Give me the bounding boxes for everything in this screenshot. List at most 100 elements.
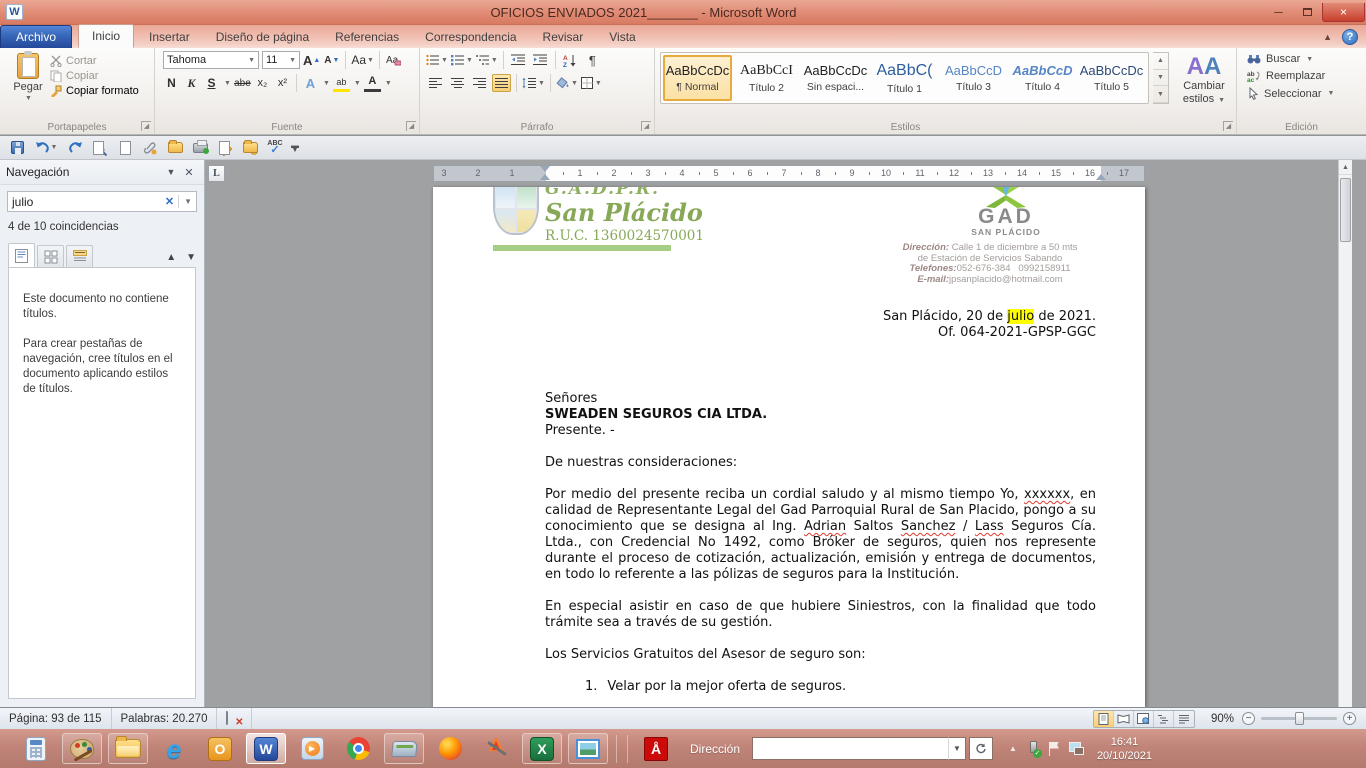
subscript-button[interactable]: x₂ bbox=[254, 74, 271, 92]
style-titulo5[interactable]: AaBbCcDc Título 5 bbox=[1077, 55, 1146, 101]
multilevel-list-button[interactable]: ▼ bbox=[476, 51, 498, 69]
minimize-button[interactable]: ─ bbox=[1264, 3, 1293, 22]
network-icon[interactable] bbox=[1069, 742, 1084, 755]
taskbar-autocad-icon[interactable]: Å bbox=[636, 733, 676, 764]
edit-document-button[interactable] bbox=[216, 139, 234, 157]
vertical-scrollbar[interactable]: ▲ bbox=[1338, 160, 1352, 707]
dialog-launcher-icon[interactable]: ◢ bbox=[141, 121, 151, 131]
nav-tab-pages[interactable] bbox=[37, 245, 64, 267]
outline-view-button[interactable] bbox=[1154, 711, 1174, 727]
gallery-more-icon[interactable]: ▼ bbox=[1153, 86, 1168, 103]
nav-tab-results[interactable] bbox=[66, 245, 93, 267]
attachment-button[interactable] bbox=[141, 139, 159, 157]
style-normal[interactable]: AaBbCcDc ¶ Normal bbox=[663, 55, 732, 101]
borders-button[interactable]: ▼ bbox=[581, 74, 602, 92]
taskbar-calculator-icon[interactable] bbox=[16, 733, 56, 764]
chevron-down-icon[interactable]: ▼ bbox=[354, 80, 361, 87]
tab-archivo[interactable]: Archivo bbox=[0, 25, 72, 48]
tab-inicio[interactable]: Inicio bbox=[78, 24, 134, 48]
tab-correspondencia[interactable]: Correspondencia bbox=[412, 26, 529, 48]
dialog-launcher-icon[interactable]: ◢ bbox=[641, 121, 651, 131]
nav-search-box[interactable]: julio ✕ ▼ bbox=[7, 191, 197, 212]
taskbar-internet-explorer-icon[interactable]: e bbox=[154, 733, 194, 764]
chevron-down-icon[interactable]: ▼ bbox=[385, 80, 392, 87]
gallery-up-icon[interactable]: ▲ bbox=[1153, 53, 1168, 70]
increase-indent-button[interactable] bbox=[531, 51, 550, 69]
tab-stop-selector[interactable]: L bbox=[208, 165, 225, 182]
clear-search-icon[interactable]: ✕ bbox=[161, 195, 179, 208]
action-center-flag-icon[interactable] bbox=[1049, 742, 1060, 756]
paste-button[interactable]: Pegar ▼ bbox=[6, 51, 50, 118]
close-button[interactable]: × bbox=[1322, 3, 1365, 22]
font-color-button[interactable]: A bbox=[364, 74, 381, 92]
next-result-icon[interactable]: ▼ bbox=[186, 252, 196, 263]
zoom-slider[interactable] bbox=[1261, 717, 1337, 720]
grow-font-button[interactable]: A▲ bbox=[303, 51, 320, 69]
taskbar-word-icon[interactable]: W bbox=[246, 733, 286, 764]
taskbar-excel-icon[interactable]: X bbox=[522, 733, 562, 764]
zoom-out-button[interactable]: − bbox=[1242, 712, 1255, 725]
address-refresh-button[interactable] bbox=[969, 737, 993, 760]
taskbar-image-viewer-icon[interactable] bbox=[568, 733, 608, 764]
new-document-button[interactable] bbox=[116, 139, 134, 157]
print-layout-view-button[interactable] bbox=[1094, 711, 1114, 727]
cut-button[interactable]: Cortar bbox=[50, 55, 139, 67]
taskbar-chrome-icon[interactable] bbox=[338, 733, 378, 764]
web-layout-view-button[interactable] bbox=[1134, 711, 1154, 727]
italic-button[interactable]: K bbox=[183, 74, 200, 92]
chevron-down-icon[interactable]: ▼ bbox=[323, 80, 330, 87]
style-titulo2[interactable]: AaBbCcI Título 2 bbox=[732, 55, 801, 101]
numbering-button[interactable]: ▼ bbox=[451, 51, 473, 69]
style-titulo4[interactable]: AaBbCcD Título 4 bbox=[1008, 55, 1077, 101]
show-hidden-icons-icon[interactable]: ▲ bbox=[1009, 744, 1017, 753]
change-styles-button[interactable]: AA Cambiar estilos ▼ bbox=[1175, 52, 1233, 118]
hanging-indent-marker[interactable] bbox=[540, 174, 550, 180]
highlight-color-button[interactable]: ab bbox=[333, 74, 350, 92]
decrease-indent-button[interactable] bbox=[509, 51, 528, 69]
search-options-icon[interactable]: ▼ bbox=[179, 197, 192, 206]
taskbar-media-player-icon[interactable]: ▶ bbox=[292, 733, 332, 764]
usb-device-icon[interactable]: ✓ bbox=[1026, 741, 1040, 757]
line-spacing-button[interactable]: ▼ bbox=[522, 74, 545, 92]
undo-button[interactable]: ▼ bbox=[33, 139, 59, 157]
tab-insertar[interactable]: Insertar bbox=[136, 26, 203, 48]
draft-view-button[interactable] bbox=[1174, 711, 1194, 727]
taskbar-scanner-icon[interactable] bbox=[384, 733, 424, 764]
spelling-status[interactable]: ✕ bbox=[217, 708, 252, 729]
tab-vista[interactable]: Vista bbox=[596, 26, 648, 48]
first-line-indent-marker[interactable] bbox=[540, 166, 550, 172]
replace-button[interactable]: abac Reemplazar bbox=[1247, 70, 1362, 82]
bold-button[interactable]: N bbox=[163, 74, 180, 92]
zoom-in-button[interactable]: + bbox=[1343, 712, 1356, 725]
taskbar-explorer-icon[interactable] bbox=[108, 733, 148, 764]
justify-button[interactable] bbox=[492, 74, 511, 92]
chevron-down-icon[interactable]: ▼ bbox=[224, 80, 231, 87]
dialog-launcher-icon[interactable]: ◢ bbox=[406, 121, 416, 131]
style-titulo3[interactable]: AaBbCcD Título 3 bbox=[939, 55, 1008, 101]
taskbar-outlook-icon[interactable]: O bbox=[200, 733, 240, 764]
favorites-folder-button[interactable] bbox=[241, 139, 259, 157]
collapse-ribbon-icon[interactable]: ▲ bbox=[1323, 32, 1332, 42]
bullets-button[interactable]: ▼ bbox=[426, 51, 448, 69]
open-button[interactable] bbox=[166, 139, 184, 157]
clear-formatting-button[interactable]: Aa bbox=[385, 51, 402, 69]
underline-button[interactable]: S bbox=[203, 74, 220, 92]
zoom-slider-thumb[interactable] bbox=[1295, 712, 1304, 725]
previous-result-icon[interactable]: ▲ bbox=[166, 252, 176, 263]
text-effects-button[interactable]: A bbox=[302, 74, 319, 92]
quick-print-button[interactable] bbox=[191, 139, 209, 157]
zoom-level[interactable]: 90% bbox=[1211, 713, 1234, 725]
scroll-up-icon[interactable]: ▲ bbox=[1339, 160, 1352, 175]
help-button[interactable]: ? bbox=[1342, 29, 1358, 45]
font-size-combo[interactable]: 11▼ bbox=[262, 51, 300, 69]
document-page[interactable]: G.A.D.P.R. San Plácido R.U.C. 1360024570… bbox=[433, 187, 1145, 707]
address-dropdown-icon[interactable]: ▼ bbox=[948, 737, 966, 760]
nav-pane-menu-icon[interactable]: ▼ bbox=[162, 167, 180, 177]
page-indicator[interactable]: Página: 93 de 115 bbox=[0, 708, 112, 729]
redo-button[interactable] bbox=[66, 139, 84, 157]
tab-diseno[interactable]: Diseño de página bbox=[203, 26, 322, 48]
style-sin-espaciado[interactable]: AaBbCcDc Sin espaci... bbox=[801, 55, 870, 101]
horizontal-ruler[interactable]: 3 2 1 1 2 3 4 5 6 7 8 9 10 11 12 13 14 1… bbox=[433, 165, 1145, 182]
scrollbar-thumb[interactable] bbox=[1340, 178, 1351, 242]
shading-button[interactable]: ▼ bbox=[556, 74, 578, 92]
